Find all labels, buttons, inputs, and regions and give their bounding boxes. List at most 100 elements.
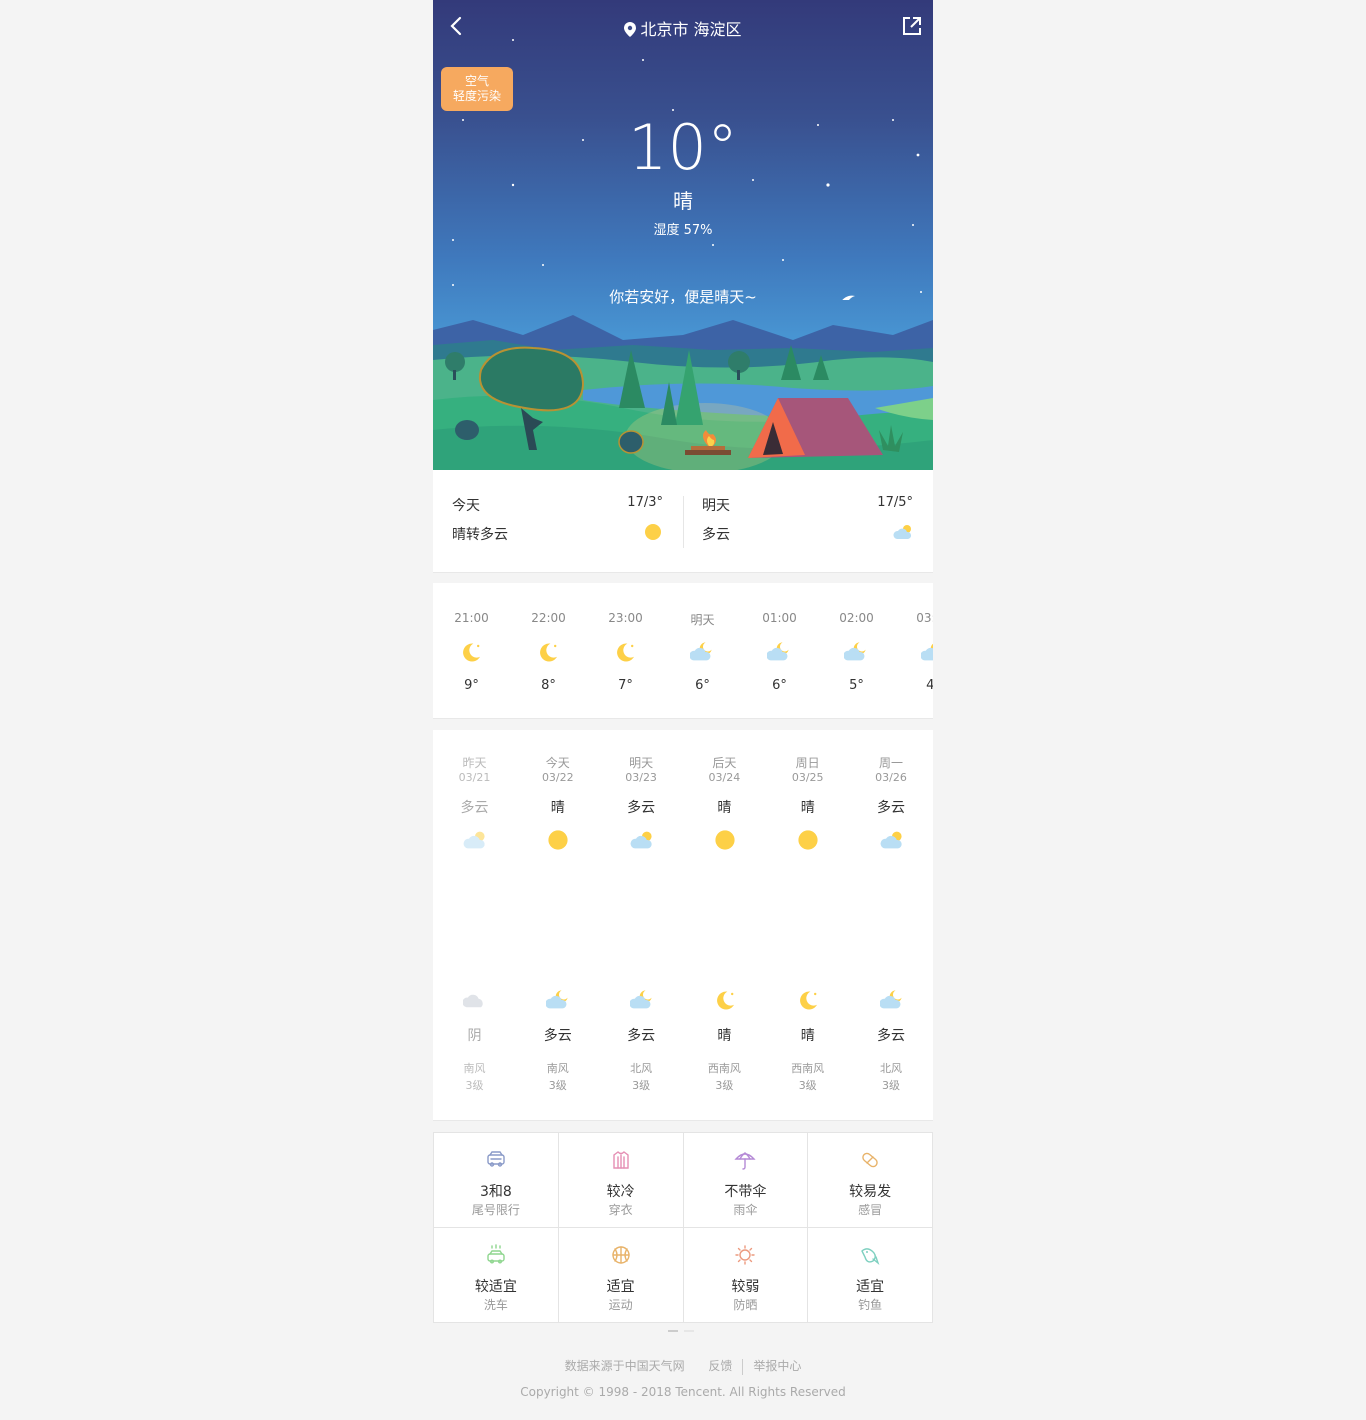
today-condition: 晴转多云 xyxy=(452,527,508,543)
today-temp-range: 17/3° xyxy=(627,495,663,510)
hourly-temp: 8° xyxy=(541,678,556,693)
pill-icon xyxy=(859,1149,881,1171)
hourly-forecast-scroller[interactable]: 21:00 9° 22:00 8° 23:00 7° 明天 6° 01:00 6… xyxy=(433,583,933,719)
weather-app: 北京市 海淀区 空气 轻度污染 10° 晴 湿度 57% 你若安好，便是晴天~ … xyxy=(433,0,933,1323)
life-index-label: 钓鱼 xyxy=(858,1298,883,1312)
forecast-wind-direction: 北风 xyxy=(880,1062,902,1075)
life-index-洗车[interactable]: 较适宜 洗车 xyxy=(434,1228,558,1322)
weather-hero: 北京市 海淀区 空气 轻度污染 10° 晴 湿度 57% 你若安好，便是晴天~ xyxy=(433,0,933,470)
life-index-label: 感冒 xyxy=(858,1203,883,1217)
life-index-感冒[interactable]: 较易发 感冒 xyxy=(807,1133,932,1227)
forecast-night-condition: 多云 xyxy=(543,1028,572,1044)
forecast-wind-direction: 西南风 xyxy=(707,1062,741,1075)
cloud-moon-icon xyxy=(843,640,868,668)
share-icon[interactable] xyxy=(901,15,923,37)
cloud-sun-icon xyxy=(630,828,654,856)
forecast-day-condition: 多云 xyxy=(460,800,489,816)
sun-icon xyxy=(546,828,570,856)
life-index-row: 3和8 尾号限行 较冷 穿衣 不带伞 雨伞 较易发 感冒 xyxy=(434,1133,932,1227)
forecast-wind-level: 3级 xyxy=(882,1079,900,1092)
forecast-wind-level: 3级 xyxy=(632,1079,651,1092)
top-bar: 北京市 海淀区 xyxy=(433,0,933,52)
life-index-label: 洗车 xyxy=(483,1298,508,1312)
umbrella-icon xyxy=(734,1149,756,1171)
life-index-value: 不带伞 xyxy=(724,1184,767,1200)
hourly-temp: 6° xyxy=(772,678,787,693)
hourly-temp: 7° xyxy=(618,678,633,693)
page-indicator xyxy=(668,1330,708,1334)
cloud-moon-icon xyxy=(689,640,714,668)
cloud-moon-icon xyxy=(878,988,904,1016)
hourly-time: 02:00 xyxy=(839,611,874,625)
page-dot[interactable] xyxy=(668,1330,678,1332)
feedback-link[interactable]: 反馈 xyxy=(698,1357,742,1374)
life-index-value: 3和8 xyxy=(479,1184,512,1200)
forecast-day-condition: 多云 xyxy=(627,800,656,816)
today-tomorrow-summary: 今天 17/3° 晴转多云 明天 17/5° 多云 xyxy=(433,470,933,573)
footer: 数据来源于中国天气网 反馈 举报中心 Copyright © 1998 - 201… xyxy=(0,1357,1366,1399)
tomorrow-label: 明天 xyxy=(702,498,730,514)
forecast-night-condition: 多云 xyxy=(627,1028,656,1044)
forecast-wind-direction: 南风 xyxy=(546,1062,569,1075)
forecast-wind-level: 3级 xyxy=(548,1079,567,1092)
hourly-temp: 9° xyxy=(464,678,479,693)
car-icon xyxy=(485,1149,507,1171)
life-index-row: 较适宜 洗车 适宜 运动 较弱 防晒 适宜 钓鱼 xyxy=(434,1227,932,1322)
basketball-icon xyxy=(610,1244,632,1266)
daily-forecast: 昨天 03/21 多云 阴 南风 3级 今天 03/22 晴 多云 南风 3级 … xyxy=(433,730,933,1121)
moon-icon xyxy=(536,640,560,668)
forecast-day-name: 昨天 xyxy=(462,756,487,770)
hourly-temp: 4° xyxy=(895,678,933,693)
forecast-wind-direction: 南风 xyxy=(463,1062,486,1075)
report-center-link[interactable]: 举报中心 xyxy=(743,1357,811,1374)
life-index-label: 运动 xyxy=(608,1298,633,1312)
forecast-wind-level: 3级 xyxy=(798,1079,817,1092)
life-index-钓鱼[interactable]: 适宜 钓鱼 xyxy=(807,1228,932,1322)
cloud-moon-icon xyxy=(920,640,933,668)
current-temperature: 10° xyxy=(628,111,738,184)
current-condition: 晴 xyxy=(673,189,693,213)
forecast-night-condition: 阴 xyxy=(467,1028,482,1044)
life-index-label: 防晒 xyxy=(733,1298,758,1312)
hourly-time: 01:00 xyxy=(762,611,797,625)
life-index-运动[interactable]: 适宜 运动 xyxy=(557,1228,683,1322)
hourly-time: 21:00 xyxy=(454,611,489,625)
life-index-value: 较易发 xyxy=(849,1184,892,1200)
tomorrow-summary[interactable]: 明天 17/5° 多云 xyxy=(683,470,933,572)
forecast-date: 03/25 xyxy=(791,771,824,784)
location-label[interactable]: 北京市 海淀区 xyxy=(433,16,933,40)
forecast-wind-direction: 北风 xyxy=(630,1062,653,1075)
sun-icon xyxy=(643,522,663,546)
moon-icon xyxy=(796,988,820,1016)
today-summary[interactable]: 今天 17/3° 晴转多云 xyxy=(433,470,683,572)
data-source-link[interactable]: 数据来源于中国天气网 xyxy=(555,1357,695,1374)
coat-icon xyxy=(610,1149,632,1171)
today-label: 今天 xyxy=(452,498,480,514)
tomorrow-condition: 多云 xyxy=(702,527,730,543)
forecast-day-name: 今天 xyxy=(545,756,570,770)
air-quality-badge[interactable]: 空气 轻度污染 xyxy=(441,67,513,111)
hourly-time: 22:00 xyxy=(531,611,566,625)
air-quality-level: 轻度污染 xyxy=(452,89,501,103)
life-index-雨伞[interactable]: 不带伞 雨伞 xyxy=(682,1133,808,1227)
life-index-value: 较适宜 xyxy=(474,1279,517,1295)
cloud-moon-icon xyxy=(766,640,791,668)
location-text: 北京市 海淀区 xyxy=(640,20,742,39)
life-index-穿衣[interactable]: 较冷 穿衣 xyxy=(557,1133,683,1227)
life-index-尾号限行[interactable]: 3和8 尾号限行 xyxy=(434,1133,558,1227)
forecast-day-name: 明天 xyxy=(629,756,654,770)
forecast-date: 03/21 xyxy=(458,771,491,784)
forecast-night-condition: 晴 xyxy=(717,1028,732,1044)
sun-icon xyxy=(713,828,737,856)
cloud-moon-icon xyxy=(628,988,654,1016)
life-indices-grid: 3和8 尾号限行 较冷 穿衣 不带伞 雨伞 较易发 感冒 较适宜 洗车 适宜 运… xyxy=(433,1132,933,1323)
forecast-date: 03/23 xyxy=(625,771,657,784)
forecast-day-condition: 晴 xyxy=(800,800,815,816)
forecast-night-condition: 多云 xyxy=(877,1028,905,1044)
forecast-day-condition: 多云 xyxy=(877,800,905,816)
page-dot[interactable] xyxy=(684,1330,694,1332)
hourly-time: 明天 xyxy=(690,613,715,627)
moon-icon xyxy=(613,640,637,668)
life-index-防晒[interactable]: 较弱 防晒 xyxy=(682,1228,808,1322)
camping-landscape xyxy=(433,315,933,470)
